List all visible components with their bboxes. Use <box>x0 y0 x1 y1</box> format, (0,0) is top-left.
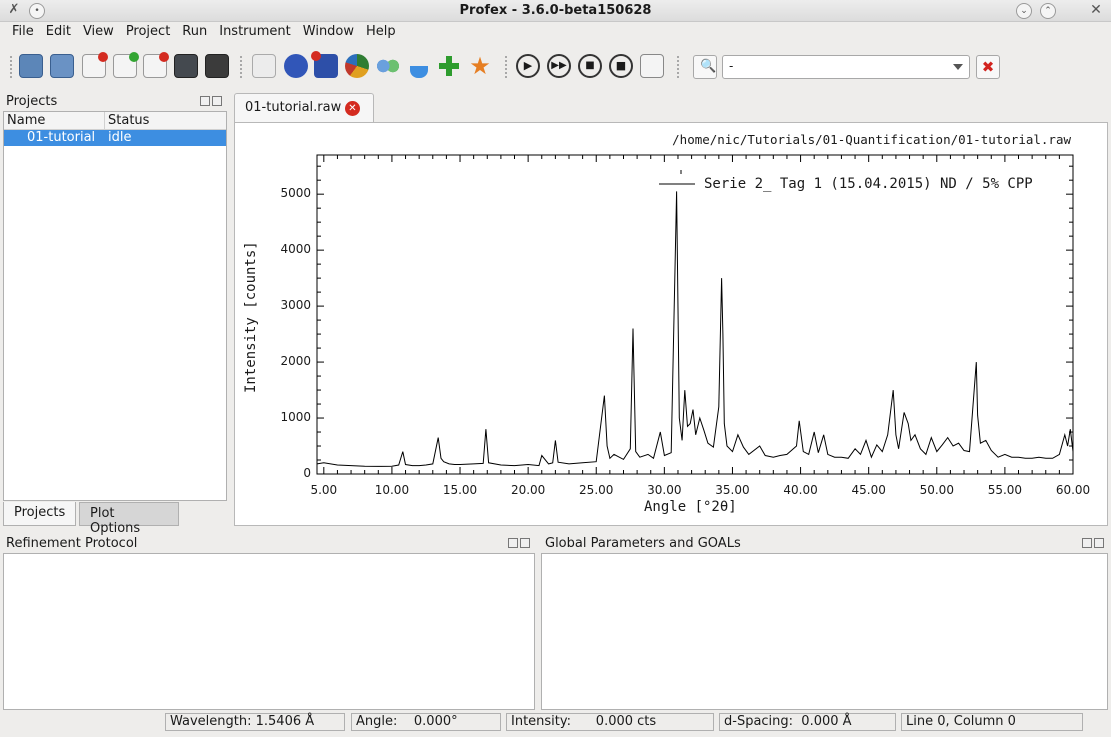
refinement-dock-buttons[interactable] <box>508 537 534 549</box>
projects-tree-header: Name Status <box>4 112 226 130</box>
project-row[interactable]: 01-tutorial idle <box>4 130 226 146</box>
molecule-icon[interactable] <box>376 54 400 78</box>
close-icon[interactable] <box>1094 538 1104 548</box>
menu-help[interactable]: Help <box>360 22 402 41</box>
plot-tab-label: 01-tutorial.raw <box>245 100 342 115</box>
menu-run[interactable]: Run <box>176 22 213 41</box>
refinement-panel-title: Refinement Protocol <box>6 536 138 551</box>
maximize-button[interactable]: ⌃ <box>1040 3 1056 19</box>
favorite-star-icon[interactable]: ★ <box>468 54 492 78</box>
projects-dock-buttons[interactable] <box>200 95 226 107</box>
menu-view[interactable]: View <box>77 22 120 41</box>
float-icon[interactable] <box>1082 538 1092 548</box>
menu-instrument[interactable]: Instrument <box>213 22 297 41</box>
status-wavelength: Wavelength: 1.5406 Å <box>165 713 345 731</box>
open-project-icon[interactable] <box>50 54 74 78</box>
global-dock-buttons[interactable] <box>1082 537 1108 549</box>
close-icon[interactable] <box>212 96 222 106</box>
log-icon[interactable] <box>640 54 664 78</box>
search-icon: 🔍 <box>700 59 717 74</box>
edit-icon[interactable] <box>205 54 229 78</box>
export-icon[interactable] <box>284 54 308 78</box>
toolbar-grip[interactable] <box>677 56 680 78</box>
menu-bar: File Edit View Project Run Instrument Window He… <box>0 22 1111 44</box>
add-file-icon[interactable] <box>113 52 139 78</box>
search-button[interactable]: 🔍 <box>693 55 717 79</box>
projects-tree[interactable]: Name Status 01-tutorial idle <box>3 111 227 501</box>
menu-window[interactable]: Window <box>297 22 360 41</box>
project-status: idle <box>108 130 132 145</box>
print-icon[interactable] <box>252 54 276 78</box>
status-angle: Angle: 0.000° <box>351 713 501 731</box>
toolbar-grip[interactable] <box>505 56 508 78</box>
float-icon[interactable] <box>200 96 210 106</box>
add-phase-icon[interactable] <box>437 54 461 78</box>
remove-file-icon[interactable] <box>143 52 169 78</box>
menu-file[interactable]: File <box>6 22 40 41</box>
menu-project[interactable]: Project <box>120 22 176 41</box>
series-line <box>316 191 1074 467</box>
flask-icon[interactable] <box>410 54 428 78</box>
stop-all-icon[interactable]: ■ <box>609 54 633 78</box>
float-icon[interactable] <box>508 538 518 548</box>
search-combo[interactable]: - <box>722 55 970 79</box>
status-dspacing: d-Spacing: 0.000 Å <box>719 713 896 731</box>
toolbar-grip[interactable] <box>10 56 13 78</box>
close-plot-icon[interactable] <box>311 51 338 78</box>
tab-plot-file[interactable]: 01-tutorial.raw ✕ <box>234 93 374 123</box>
tab-plot-options[interactable]: Plot Options <box>79 502 179 536</box>
global-panel-title: Global Parameters and GOALs <box>545 536 741 551</box>
close-project-icon[interactable] <box>82 52 108 78</box>
column-name[interactable]: Name <box>4 112 105 129</box>
pie-chart-icon[interactable] <box>345 54 369 78</box>
clear-search-button[interactable]: ✖ <box>976 55 1000 79</box>
close-window-button[interactable]: ✕ <box>1088 3 1104 19</box>
refinement-protocol-editor[interactable] <box>3 553 535 710</box>
close-tab-icon[interactable]: ✕ <box>345 101 360 116</box>
global-parameters-editor[interactable] <box>541 553 1108 710</box>
plot-area[interactable]: /home/nic/Tutorials/01-Quantification/01… <box>234 122 1108 526</box>
diffraction-chart[interactable] <box>235 123 1109 527</box>
close-icon[interactable] <box>520 538 530 548</box>
window-titlebar: ✗ • Profex - 3.6.0-beta150628 ⌄ ⌃ ✕ <box>0 0 1111 22</box>
save-icon[interactable] <box>174 54 198 78</box>
chevron-down-icon <box>953 64 963 70</box>
projects-panel-title: Projects <box>6 94 58 109</box>
menu-edit[interactable]: Edit <box>40 22 77 41</box>
column-status[interactable]: Status <box>105 112 226 129</box>
status-intensity: Intensity: 0.000 cts <box>506 713 714 731</box>
toolbar-grip[interactable] <box>240 56 243 78</box>
fast-forward-icon[interactable]: ▶▶ <box>547 54 571 78</box>
stop-icon[interactable]: ■ <box>578 54 602 78</box>
run-icon[interactable]: ▶ <box>516 54 540 78</box>
minimize-button[interactable]: ⌄ <box>1016 3 1032 19</box>
status-cursor: Line 0, Column 0 <box>901 713 1083 731</box>
window-title: Profex - 3.6.0-beta150628 <box>459 3 652 18</box>
new-project-icon[interactable] <box>19 54 43 78</box>
search-combo-value: - <box>729 59 734 73</box>
project-name: 01-tutorial <box>27 130 96 145</box>
tab-projects[interactable]: Projects <box>3 502 76 526</box>
